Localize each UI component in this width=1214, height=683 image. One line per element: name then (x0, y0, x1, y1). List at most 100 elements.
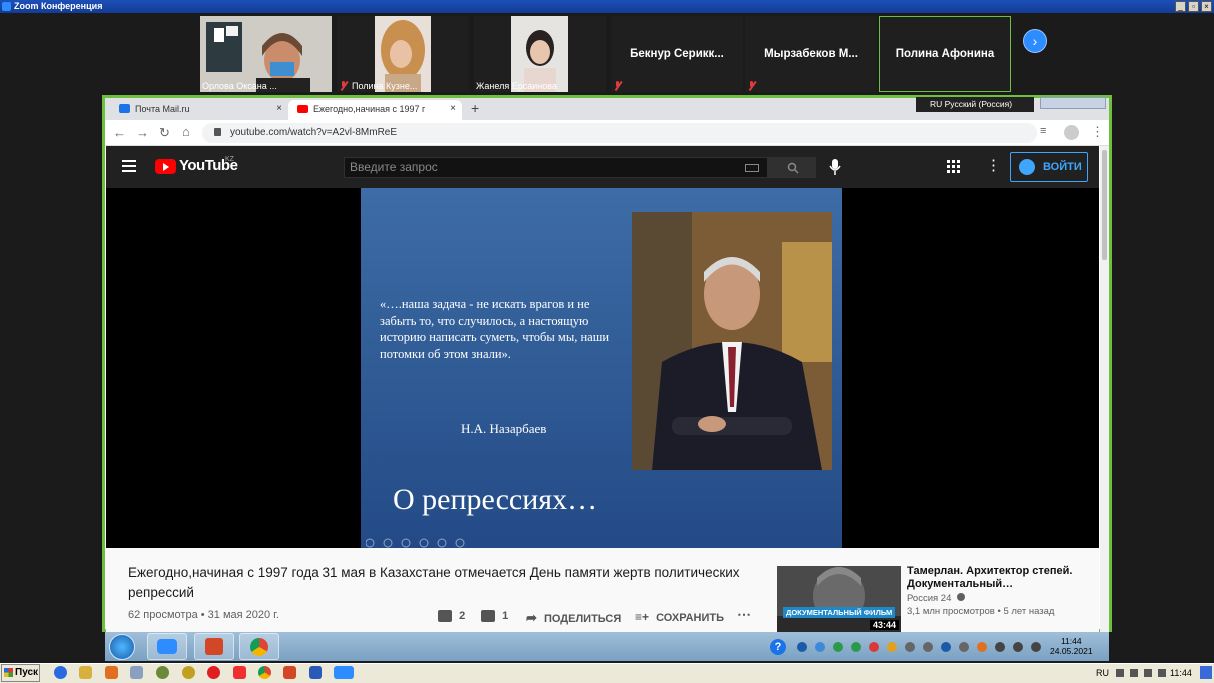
language-label: RU Русский (Россия) (930, 99, 1013, 109)
reload-icon[interactable]: ↻ (159, 125, 170, 141)
language-indicator-host[interactable]: RU (1096, 664, 1109, 682)
close-tab-icon[interactable]: × (276, 100, 282, 118)
window-controls[interactable] (1040, 97, 1106, 109)
start-button[interactable]: Пуск (1, 664, 40, 682)
tab-label: Ежегодно,начиная с 1997 г (313, 104, 426, 114)
document-icon[interactable] (130, 666, 143, 679)
share-button[interactable]: ➦ ПОДЕЛИТЬСЯ (526, 610, 621, 626)
home-icon[interactable]: ⌂ (182, 124, 190, 139)
tab-mail[interactable]: Почта Mail.ru × (110, 100, 288, 120)
close-tab-icon[interactable]: × (450, 100, 456, 118)
recommended-stats: 3,1 млн просмотров • 5 лет назад (907, 606, 1055, 617)
participant-tile[interactable]: Жанеля Ерсаинова (474, 16, 606, 92)
language-indicator[interactable]: RU Русский (Россия) (916, 97, 1034, 112)
search-button[interactable] (768, 157, 816, 178)
verified-icon (957, 593, 966, 601)
minimize-button[interactable]: _ (1175, 1, 1186, 12)
windows-start-orb[interactable] (109, 634, 135, 660)
new-tab-button[interactable]: + (471, 100, 479, 116)
ie-icon[interactable] (54, 666, 67, 679)
hamburger-menu-icon[interactable] (122, 160, 136, 172)
taskbar-chrome-app[interactable] (239, 633, 279, 660)
clock-date: 24.05.2021 (1050, 646, 1093, 656)
recommended-title[interactable]: Тамерлан. Архитектор степей. Документаль… (907, 565, 1097, 591)
powerpoint-icon (205, 638, 223, 655)
like-button[interactable]: 2 (438, 610, 466, 623)
youtube-logo-icon[interactable] (155, 159, 176, 174)
region-code: KZ (225, 156, 234, 163)
save-label: СОХРАНИТЬ (656, 612, 725, 624)
clock-time: 11:44 (1060, 636, 1082, 646)
participant-tile-active-speaker[interactable]: Полина Афонина (879, 16, 1011, 92)
app-icon[interactable] (182, 666, 195, 679)
like-count: 2 (459, 610, 466, 622)
login-label: ВОЙТИ (1043, 161, 1082, 173)
opera-icon[interactable] (207, 666, 220, 679)
maximize-button[interactable]: ▫ (1188, 1, 1199, 12)
participant-name: Полина Кузне... (352, 81, 418, 91)
next-participants-button[interactable]: › (1023, 29, 1047, 53)
host-tray-icons[interactable] (1116, 667, 1166, 679)
chrome-icon[interactable] (258, 666, 271, 679)
word-icon[interactable] (309, 666, 322, 679)
participant-name: Орлова Оксана ... (202, 81, 277, 91)
settings-kebab-icon[interactable]: ⋮ (986, 156, 1001, 174)
more-actions-icon[interactable]: ⋯ (737, 606, 751, 623)
share-icon: ➦ (526, 610, 537, 625)
taskbar-zoom-app[interactable] (147, 633, 187, 660)
media-icon[interactable]: ≡ (1040, 125, 1046, 137)
recommended-thumbnail[interactable]: ДОКУМЕНТАЛЬНЫЙ ФИЛЬМ 43:44 (777, 566, 901, 632)
login-button[interactable]: ВОЙТИ (1010, 152, 1088, 182)
participant-name: Полина Афонина (895, 48, 995, 60)
address-bar[interactable]: youtube.com/watch?v=A2vl-8MmReE (202, 123, 1037, 143)
search-input[interactable]: Введите запрос (344, 157, 768, 178)
dislike-button[interactable]: 1 (481, 610, 509, 623)
close-button[interactable]: × (1201, 1, 1212, 12)
recommended-channel[interactable]: Россия 24 (907, 593, 966, 604)
participant-tile[interactable]: Мырзабеков М... (745, 16, 877, 92)
media-player-icon[interactable] (105, 666, 118, 679)
participants-strip: Орлова Оксана ... Полина Кузне... Жанеля… (0, 13, 1214, 95)
dislike-count: 1 (502, 610, 509, 622)
muted-mic-icon (747, 81, 756, 90)
slide-controls-icons (365, 538, 465, 548)
chrome-icon (250, 638, 268, 656)
powerpoint-icon[interactable] (283, 666, 296, 679)
participant-tile[interactable]: Орлова Оксана ... (200, 16, 332, 92)
search-placeholder: Введите запрос (350, 160, 438, 174)
yandex-icon[interactable] (233, 666, 246, 679)
documentary-badge: ДОКУМЕНТАЛЬНЫЙ ФИЛЬМ (783, 607, 896, 618)
folder-icon[interactable] (79, 666, 92, 679)
participant-name: Жанеля Ерсаинова (476, 81, 557, 91)
menu-kebab-icon[interactable]: ⋮ (1091, 124, 1104, 140)
scrollbar-thumb[interactable] (1102, 150, 1107, 260)
save-button[interactable]: ≡+ СОХРАНИТЬ (635, 610, 724, 624)
video-title: Ежегодно,начиная с 1997 года 31 мая в Ка… (128, 565, 740, 600)
tab-youtube[interactable]: Ежегодно,начиная с 1997 г × (288, 100, 462, 120)
participant-name: Бекнур Серикк... (630, 48, 724, 60)
url-text: youtube.com/watch?v=A2vl-8MmReE (230, 127, 398, 138)
taskbar-powerpoint-app[interactable] (194, 633, 234, 660)
help-icon[interactable]: ? (770, 639, 786, 655)
participant-tile[interactable]: Бекнур Серикк... (611, 16, 743, 92)
keyboard-icon[interactable] (745, 164, 759, 172)
shared-clock[interactable]: 11:44 24.05.2021 (1050, 636, 1093, 656)
youtube-icon (297, 105, 308, 113)
profile-avatar[interactable] (1064, 125, 1079, 140)
slide-controls[interactable] (365, 535, 466, 548)
channel-name: Россия 24 (907, 593, 952, 604)
apps-grid-icon[interactable] (947, 160, 961, 174)
thumbs-up-icon (438, 610, 452, 623)
back-icon[interactable]: ← (113, 125, 126, 140)
desktop: Zoom Конференция _ ▫ × Орлова Оксана ... (0, 0, 1214, 683)
microphone-icon[interactable] (829, 158, 841, 176)
system-tray-icons[interactable] (796, 640, 1042, 654)
add-playlist-icon: ≡+ (635, 610, 650, 624)
app-icon[interactable] (156, 666, 169, 679)
show-desktop-icon[interactable] (1200, 666, 1212, 679)
host-clock[interactable]: 11:44 (1170, 664, 1192, 682)
lock-icon (214, 128, 221, 136)
forward-icon[interactable]: → (136, 125, 149, 140)
zoom-icon[interactable] (334, 666, 354, 679)
participant-tile[interactable]: Полина Кузне... (337, 16, 469, 92)
